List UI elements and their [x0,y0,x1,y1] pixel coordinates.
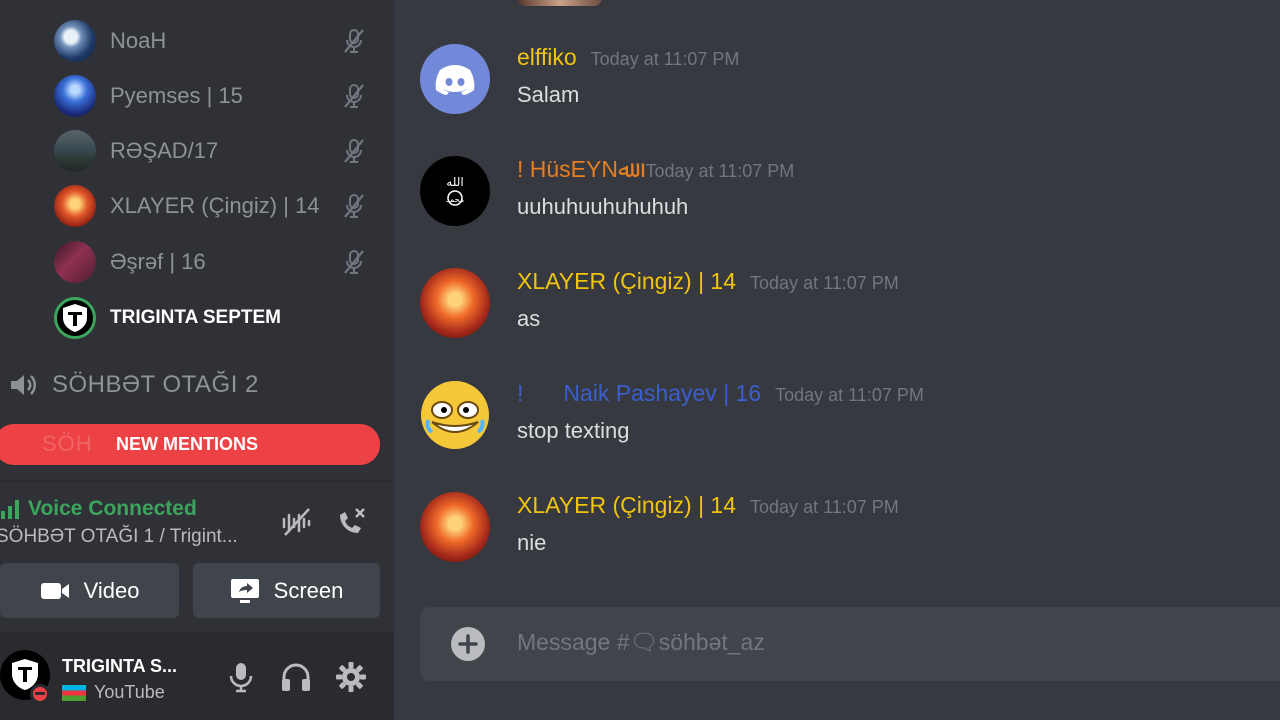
calligraphy-seal-icon: الله محمد [446,175,464,206]
voice-member-noah[interactable]: NoaH [54,19,374,63]
message-author[interactable]: XLAYER (Çingiz) | 14 [517,268,736,295]
chat-message: elffiko Today at 11:07 PM Salam [420,44,1280,134]
voice-member-name: XLAYER (Çingiz) | 14 [110,193,320,218]
user-avatar [54,130,96,172]
discord-logo-icon [435,65,475,95]
video-button[interactable]: Video [0,563,179,618]
message-timestamp: Today at 11:07 PM [590,49,740,69]
message-content: nie [517,530,547,555]
camera-icon [40,582,69,599]
voice-member-name: Pyemses | 15 [110,83,243,108]
azerbaijan-flag-icon [62,684,86,701]
new-mentions-button[interactable]: SÖH NEW MENTIONS [0,424,380,465]
microphone-icon[interactable] [224,660,258,694]
obscured-channel-name: SÖH [42,431,93,456]
custom-status: YouTube [62,682,165,703]
voice-member-pyemses[interactable]: Pyemses | 15 [54,74,374,118]
channel-name: SÖHBƏT OTAĞI 2 [52,371,259,398]
laughing-face-icon [421,381,489,449]
user-avatar [54,241,96,283]
message-composer [420,607,1280,681]
discord-logo-avatar[interactable] [420,44,490,114]
user-panel: TRIGINTA S... YouTube [0,632,394,720]
video-label: Video [83,577,140,603]
laughing-face-avatar[interactable] [420,380,490,450]
message-content: Salam [517,82,580,107]
chat-message: ! Naik Pashayev | 16 Today at 11:07 PM s… [420,380,1280,470]
message-header: XLAYER (Çingiz) | 14 Today at 11:07 PM [517,268,899,295]
message-timestamp: Today at 11:07 PM [645,161,795,181]
voice-member-esref[interactable]: Əşrəf | 16 [54,240,374,284]
voice-member-resad[interactable]: RƏŞAD/17 [54,129,374,173]
attach-button[interactable] [451,627,485,661]
gear-icon[interactable] [334,660,368,694]
muted-mic-icon [344,84,364,108]
message-content: as [517,306,541,331]
voice-member-name: TRIGINTA SEPTEM [110,307,281,328]
voice-connection-panel: Voice Connected SÖHBƏT OTAĞI 1 / Trigint… [0,480,394,630]
custom-status-text: YouTube [94,682,165,702]
message-header: ! Naik Pashayev | 16 Today at 11:07 PM [517,380,924,407]
fire-avatar[interactable] [420,268,490,338]
voice-member-name: RƏŞAD/17 [110,138,219,163]
message-header: elffiko Today at 11:07 PM [517,44,739,71]
message-author[interactable]: Naik Pashayev | 16 [563,380,761,407]
voice-member-triginta[interactable]: TRIGINTA SEPTEM [54,296,374,340]
message-author[interactable]: elffiko [517,44,577,71]
disconnect-call-icon[interactable] [334,505,368,539]
voice-status-text: Voice Connected [28,497,197,520]
headphones-icon[interactable] [279,660,313,694]
message-timestamp: Today at 11:07 PM [775,385,924,405]
shield-t-icon [63,304,87,332]
muted-mic-icon [344,250,364,274]
message-content: stop texting [517,418,630,443]
svg-text:الله: الله [446,175,463,189]
user-avatar [54,20,96,62]
voice-connected-channel[interactable]: SÖHBƏT OTAĞI 1 / Trigint... [0,526,238,548]
user-avatar [54,75,96,117]
fire-avatar[interactable] [420,492,490,562]
previous-message-avatar [518,0,602,6]
voice-channel-sohbet-2[interactable]: SÖHBƏT OTAĞI 2 [8,364,259,406]
noise-suppression-icon[interactable] [280,505,314,539]
username: TRIGINTA S... [62,656,177,676]
muted-mic-icon [344,29,364,53]
dnd-status-icon [30,684,50,704]
message-header: XLAYER (Çingiz) | 14 Today at 11:07 PM [517,492,899,519]
voice-member-name: NoaH [110,28,167,53]
message-input[interactable] [517,629,1217,656]
message-author[interactable]: XLAYER (Çingiz) | 14 [517,492,736,519]
message-header: ! HüsEYNﷲ Today at 11:07 PM [517,156,794,183]
screen-label: Screen [273,577,344,603]
message-timestamp: Today at 11:07 PM [750,273,899,293]
muted-mic-icon [344,194,364,218]
voice-member-name: Əşrəf | 16 [110,249,206,274]
chat-message: XLAYER (Çingiz) | 14 Today at 11:07 PM a… [420,268,1280,358]
screen-share-icon [230,578,259,603]
speaker-icon [11,375,36,395]
voice-member-xlayer[interactable]: XLAYER (Çingiz) | 14 [54,184,374,228]
calligraphy-avatar[interactable]: الله محمد [420,156,490,226]
message-author[interactable]: ! HüsEYNﷲ [517,156,631,183]
svg-text:محمد: محمد [446,195,464,204]
user-avatar [54,185,96,227]
message-timestamp: Today at 11:07 PM [750,497,899,517]
chat-message: XLAYER (Çingiz) | 14 Today at 11:07 PM n… [420,492,1280,582]
message-content: uuhuhuuhuhuhuh [517,194,689,219]
new-mentions-label: NEW MENTIONS [116,434,258,454]
screen-share-button[interactable]: Screen [193,563,380,618]
signal-icon [1,500,19,519]
voice-connected-status[interactable]: Voice Connected [0,497,197,521]
muted-mic-icon [344,139,364,163]
plus-icon [458,634,478,654]
channel-sidebar: NoaH Pyemses | 15 RƏŞAD/17 XLAYER (Çingi… [0,0,394,720]
author-prefix: ! [517,380,524,406]
user-avatar [54,297,96,339]
chat-area: elffiko Today at 11:07 PM Salam الله محم… [394,0,1280,720]
chat-message: الله محمد ! HüsEYNﷲ Today at 11:07 PM uu… [420,156,1280,246]
